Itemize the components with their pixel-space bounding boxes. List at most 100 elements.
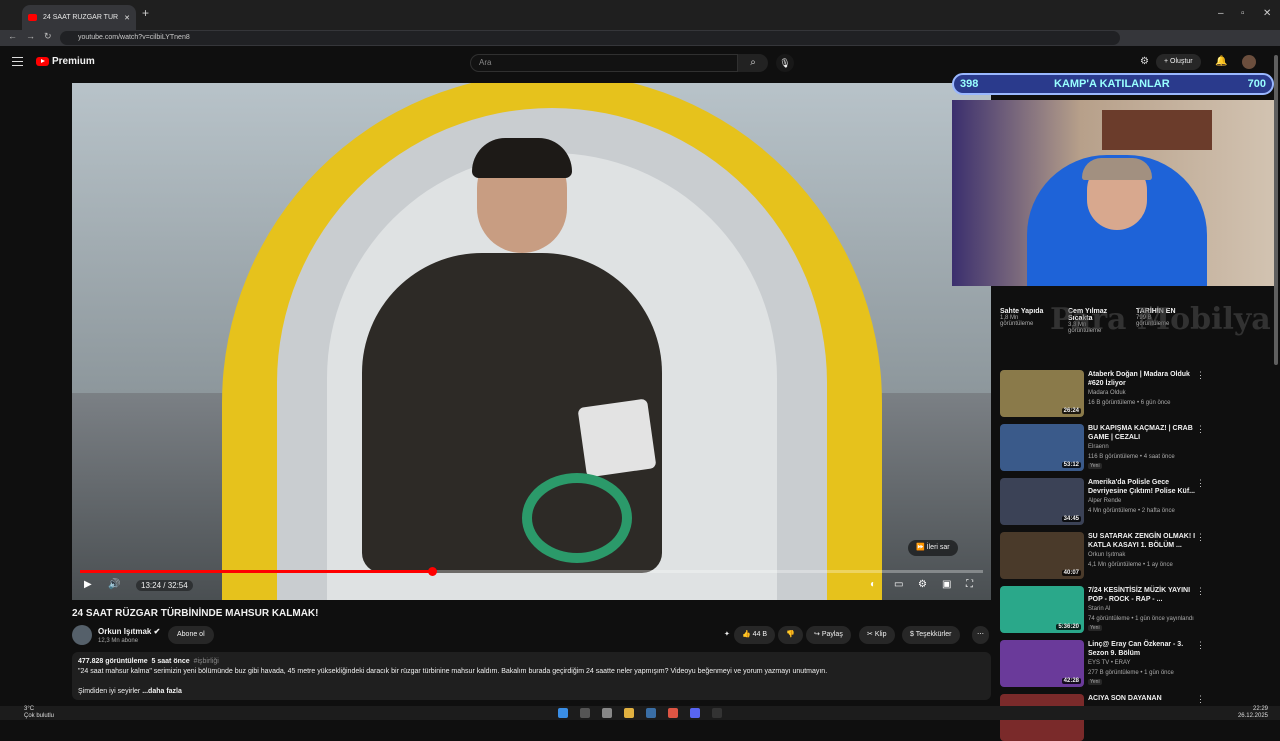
menu-icon[interactable] (12, 57, 23, 66)
back-icon[interactable]: ← (8, 31, 17, 41)
search-icon[interactable]: ⌕ (738, 54, 768, 72)
brand-label: Premium (52, 56, 95, 67)
progress-bar[interactable] (80, 567, 983, 576)
video-title[interactable]: Ataberk Doğan | Madara Olduk #620 İzliyo… (1088, 370, 1196, 388)
settings-icon[interactable]: ⚙ (918, 579, 927, 590)
video-title[interactable]: BU KAPIŞMA KAÇMAZ! | CRAB GAME | CEZALI (1088, 424, 1196, 442)
recommended-video[interactable]: 34:45 Amerika'da Polisle Gece Devriyesine… (1000, 478, 1205, 526)
youtube-favicon-icon (28, 14, 37, 21)
page-scrollbar[interactable] (1274, 55, 1278, 365)
dislike-button[interactable]: 👎 (778, 626, 803, 644)
description-meta: 477.828 görüntüleme 5 saat önce #işbirli… (78, 657, 985, 667)
video-thumbnail[interactable]: 42:28 (1000, 640, 1084, 687)
video-title[interactable]: SU SATARAK ZENGİN OLMAK! I KATLA KASAYI … (1088, 532, 1196, 550)
clip-button[interactable]: ✂ Klip (859, 626, 895, 644)
video-title[interactable]: Linç@ Eray Can Özkenar - 3. Sezon 9. Böl… (1088, 640, 1196, 658)
more-options-icon[interactable]: ⋮ (1196, 478, 1205, 489)
video-thumbnail[interactable]: 26:24 (1000, 370, 1084, 417)
like-button[interactable]: 👍 44 B (734, 626, 776, 644)
account-avatar[interactable] (1242, 55, 1256, 69)
clock[interactable]: 22:29 26.12.2025 (1238, 706, 1268, 720)
settings-taskbar-icon[interactable] (602, 708, 612, 718)
new-badge: Yeni (1088, 463, 1102, 469)
play-icon[interactable]: ▶ (84, 579, 92, 590)
video-thumbnail[interactable]: 40:07 (1000, 532, 1084, 579)
video-meta: 116 B görüntüleme • 4 saat önce (1088, 454, 1175, 460)
video-title[interactable]: ACIYA SON DAYANAN (1088, 694, 1196, 703)
recommended-video[interactable]: 53:12 BU KAPIŞMA KAÇMAZ! | CRAB GAME | CE… (1000, 424, 1205, 472)
overlay-left-count: 398 (960, 78, 979, 90)
video-title[interactable]: 7/24 KESİNTİSİZ MÜZİK YAYINI POP - ROCK … (1088, 586, 1196, 604)
miniplayer-icon[interactable]: ▣ (942, 579, 951, 590)
start-icon[interactable] (558, 708, 568, 718)
webcam-posters (1102, 110, 1212, 150)
more-options-icon[interactable]: ⋮ (1196, 532, 1205, 543)
video-player[interactable]: ⏩ İleri sar ▶ 🔊 13:24 / 32:54 ◐ ▭ ⚙ ▣ ⛶ (72, 83, 991, 600)
video-thumbnail[interactable]: 34:45 (1000, 478, 1084, 525)
notifications-icon[interactable]: 🔔 (1215, 56, 1227, 67)
channel-avatar[interactable] (72, 625, 92, 645)
volume-icon[interactable]: 🔊 (108, 579, 120, 590)
weather-desc: Çok bulutlu (24, 713, 55, 719)
new-badge: Yeni (1088, 679, 1102, 685)
thanks-label: Teşekkürler (915, 631, 952, 638)
channel-name[interactable]: Madara Olduk (1088, 390, 1126, 396)
video-thumbnail[interactable]: 5:36:20 (1000, 586, 1084, 633)
video-title[interactable]: Amerika'da Polisle Gece Devriyesine Çıkt… (1088, 478, 1196, 496)
recommended-video[interactable]: 40:07 SU SATARAK ZENGİN OLMAK! I KATLA KA… (1000, 532, 1205, 580)
minimize-icon[interactable]: – (1218, 8, 1224, 19)
new-tab-icon[interactable]: + (142, 6, 149, 20)
browser-tab[interactable]: 24 SAAT RÜZGAR TÜRBİNİNDE ✕ (22, 5, 136, 30)
thanks-button[interactable]: $ Teşekkürler (902, 626, 960, 644)
file-explorer-icon[interactable] (624, 708, 634, 718)
terminal-icon[interactable] (646, 708, 656, 718)
skip-forward-button[interactable]: ⏩ İleri sar (908, 540, 958, 556)
recommended-video[interactable]: 5:36:20 7/24 KESİNTİSİZ MÜZİK YAYINI POP … (1000, 586, 1205, 634)
more-options-icon[interactable]: ⋮ (1196, 370, 1205, 381)
close-window-icon[interactable]: ✕ (1263, 8, 1271, 19)
close-tab-icon[interactable]: ✕ (124, 14, 130, 22)
subscribe-button[interactable]: Abone ol (168, 626, 214, 644)
reload-icon[interactable]: ↻ (44, 31, 52, 42)
create-button[interactable]: + Oluştur (1156, 54, 1201, 70)
weather-widget[interactable]: 3°C Çok bulutlu (24, 706, 54, 720)
show-more-link[interactable]: ...daha fazla (142, 688, 182, 695)
channel-name[interactable]: Orkun Işıtmak ✔ (98, 627, 160, 636)
channel-name[interactable]: Elraenn (1088, 444, 1109, 450)
video-thumbnail[interactable]: 53:12 (1000, 424, 1084, 471)
recommended-video[interactable]: 42:28 Linç@ Eray Can Özkenar - 3. Sezon 9… (1000, 640, 1205, 688)
url-input[interactable]: youtube.com/watch?v=cilbiLYTnen8 (60, 31, 1120, 45)
cast-icon[interactable]: ⚙ (1140, 56, 1149, 67)
channel-name[interactable]: Starin Al (1088, 606, 1110, 612)
more-actions-icon[interactable]: ⋯ (972, 626, 989, 644)
subtitles-icon[interactable]: ▭ (894, 579, 903, 590)
channel-name[interactable]: EYS TV • ERAY (1088, 660, 1131, 666)
maximize-icon[interactable]: ▫ (1241, 8, 1245, 19)
discord-icon[interactable] (690, 708, 700, 718)
description-signoff-row: Şimdiden iyi seyirler ...daha fazla (78, 687, 985, 697)
fullscreen-icon[interactable]: ⛶ (966, 579, 973, 590)
more-options-icon[interactable]: ⋮ (1196, 586, 1205, 597)
youtube-logo-icon[interactable] (36, 57, 49, 66)
search-input[interactable]: Ara (470, 54, 738, 72)
video-meta: 277 B görüntüleme • 1 gün önce (1088, 670, 1174, 676)
weather-temp: 3°C (24, 706, 35, 712)
more-options-icon[interactable]: ⋮ (1196, 424, 1205, 435)
app-icon[interactable] (712, 708, 722, 718)
forward-icon[interactable]: → (26, 31, 35, 41)
autoplay-toggle-icon[interactable]: ◐ (870, 579, 876, 590)
hashtag[interactable]: #işbirliği (194, 658, 219, 665)
more-options-icon[interactable]: ⋮ (1196, 694, 1205, 705)
overlay-title: KAMP'A KATILANLAR (1054, 78, 1170, 90)
recommended-video[interactable]: 26:24 Ataberk Doğan | Madara Olduk #620 İ… (1000, 370, 1205, 418)
channel-name[interactable]: Alper Rende (1088, 498, 1121, 504)
webcam-cap (1082, 158, 1152, 180)
share-button[interactable]: ↪ Paylaş (806, 626, 851, 644)
channel-name[interactable]: Orkun Işıtmak (1088, 552, 1125, 558)
chrome-icon[interactable] (668, 708, 678, 718)
microphone-icon[interactable]: 🎙 (776, 54, 794, 72)
search-taskbar-icon[interactable] (580, 708, 590, 718)
more-options-icon[interactable]: ⋮ (1196, 640, 1205, 651)
video-frame-bag (577, 398, 657, 478)
description-box[interactable]: 477.828 görüntüleme 5 saat önce #işbirli… (72, 652, 991, 700)
